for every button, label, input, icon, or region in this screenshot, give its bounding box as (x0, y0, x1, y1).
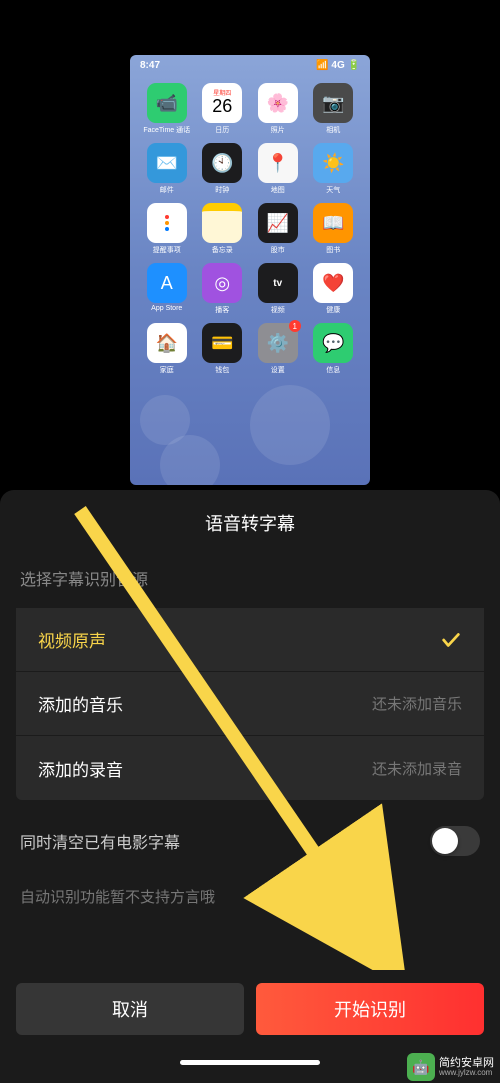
home-icon: 🏠 (147, 323, 187, 363)
option-original-audio[interactable]: 视频原声 (16, 608, 484, 672)
facetime-icon: 📹 (147, 83, 187, 123)
option-hint: 还未添加录音 (372, 758, 462, 779)
weather-icon: ☀️ (313, 143, 353, 183)
app-label: 钱包 (215, 365, 229, 375)
phone-statusbar: 8:47 📶 4G 🔋 (130, 55, 370, 75)
app-mail: ✉️ 邮件 (142, 143, 192, 195)
app-camera: 📷 相机 (309, 83, 359, 135)
subtitle-sheet: 语音转字幕 选择字幕识别音源 视频原声 添加的音乐 还未添加音乐 添加的录音 还… (0, 490, 500, 1083)
clear-subtitles-row: 同时清空已有电影字幕 (0, 800, 500, 856)
home-indicator[interactable] (180, 1060, 320, 1065)
app-books: 📖 图书 (309, 203, 359, 255)
app-podcasts: ◎ 播客 (198, 263, 248, 315)
option-label: 添加的音乐 (38, 691, 123, 716)
option-added-recording[interactable]: 添加的录音 还未添加录音 (16, 736, 484, 800)
app-appstore: A App Store (142, 263, 192, 315)
app-label: FaceTime 通话 (143, 125, 190, 135)
clear-subtitles-toggle[interactable] (430, 826, 480, 856)
messages-icon: 💬 (313, 323, 353, 363)
app-calendar: 星期四26 日历 (198, 83, 248, 135)
badge-icon: 1 (289, 320, 301, 332)
app-label: 备忘录 (212, 245, 233, 255)
option-added-music[interactable]: 添加的音乐 还未添加音乐 (16, 672, 484, 736)
app-notes: 备忘录 (198, 203, 248, 255)
watermark-url: www.jylzw.com (439, 1069, 494, 1078)
app-reminders: 提醒事项 (142, 203, 192, 255)
app-label: 日历 (215, 125, 229, 135)
app-label: 时钟 (215, 185, 229, 195)
app-health: ❤️ 健康 (309, 263, 359, 315)
tv-icon: tv (258, 263, 298, 303)
settings-icon: ⚙️1 (258, 323, 298, 363)
camera-icon: 📷 (313, 83, 353, 123)
watermark: 🤖 简约安卓网 www.jylzw.com (407, 1053, 494, 1081)
android-icon: 🤖 (407, 1053, 435, 1081)
app-label: 家庭 (160, 365, 174, 375)
mail-icon: ✉️ (147, 143, 187, 183)
appstore-icon: A (147, 263, 187, 303)
app-label: 设置 (271, 365, 285, 375)
books-icon: 📖 (313, 203, 353, 243)
phone-screenshot: 8:47 📶 4G 🔋 📹 FaceTime 通话 星期四26 日历 🌸 照片 📷 相机 ✉️ 邮… (130, 55, 370, 485)
app-messages: 💬 信息 (309, 323, 359, 375)
app-maps: 📍 地图 (253, 143, 303, 195)
toggle-knob (432, 828, 458, 854)
app-label: 天气 (326, 185, 340, 195)
status-signal: 📶 4G 🔋 (316, 60, 360, 71)
app-label: 邮件 (160, 185, 174, 195)
app-photos: 🌸 照片 (253, 83, 303, 135)
calendar-icon: 星期四26 (202, 83, 242, 123)
app-wallet: 💳 钱包 (198, 323, 248, 375)
wallet-icon: 💳 (202, 323, 242, 363)
app-label: 健康 (326, 305, 340, 315)
photos-icon: 🌸 (258, 83, 298, 123)
reminders-icon (147, 203, 187, 243)
video-preview-area: 8:47 📶 4G 🔋 📹 FaceTime 通话 星期四26 日历 🌸 照片 📷 相机 ✉️ 邮… (0, 0, 500, 480)
app-label: 股市 (271, 245, 285, 255)
status-time: 8:47 (140, 60, 160, 71)
dialect-hint: 自动识别功能暂不支持方言哦 (0, 856, 500, 907)
checkmark-icon (440, 629, 462, 651)
option-label: 添加的录音 (38, 756, 123, 781)
app-tv: tv 视频 (253, 263, 303, 315)
app-label: App Store (151, 305, 182, 312)
option-hint: 还未添加音乐 (372, 693, 462, 714)
stocks-icon: 📈 (258, 203, 298, 243)
start-recognition-button[interactable]: 开始识别 (256, 983, 484, 1035)
app-label: 视频 (271, 305, 285, 315)
podcasts-icon: ◎ (202, 263, 242, 303)
toggle-label: 同时清空已有电影字幕 (20, 829, 180, 853)
clock-icon: 🕙 (202, 143, 242, 183)
app-label: 图书 (326, 245, 340, 255)
section-label: 选择字幕识别音源 (0, 566, 500, 590)
app-label: 播客 (215, 305, 229, 315)
app-icon-grid: 📹 FaceTime 通话 星期四26 日历 🌸 照片 📷 相机 ✉️ 邮件 🕙 时钟 📍 地图 ☀️ 天气提… (130, 75, 370, 383)
cancel-button[interactable]: 取消 (16, 983, 244, 1035)
app-label: 地图 (271, 185, 285, 195)
app-facetime: 📹 FaceTime 通话 (142, 83, 192, 135)
app-label: 照片 (271, 125, 285, 135)
app-settings: ⚙️1 设置 (253, 323, 303, 375)
app-weather: ☀️ 天气 (309, 143, 359, 195)
app-clock: 🕙 时钟 (198, 143, 248, 195)
app-stocks: 📈 股市 (253, 203, 303, 255)
app-label: 相机 (326, 125, 340, 135)
button-row: 取消 开始识别 (0, 983, 500, 1035)
health-icon: ❤️ (313, 263, 353, 303)
watermark-name: 简约安卓网 (439, 1057, 494, 1069)
app-home: 🏠 家庭 (142, 323, 192, 375)
notes-icon (202, 203, 242, 243)
sheet-title: 语音转字幕 (0, 510, 500, 536)
app-label: 提醒事项 (153, 245, 181, 255)
app-label: 信息 (326, 365, 340, 375)
option-label: 视频原声 (38, 627, 106, 652)
maps-icon: 📍 (258, 143, 298, 183)
